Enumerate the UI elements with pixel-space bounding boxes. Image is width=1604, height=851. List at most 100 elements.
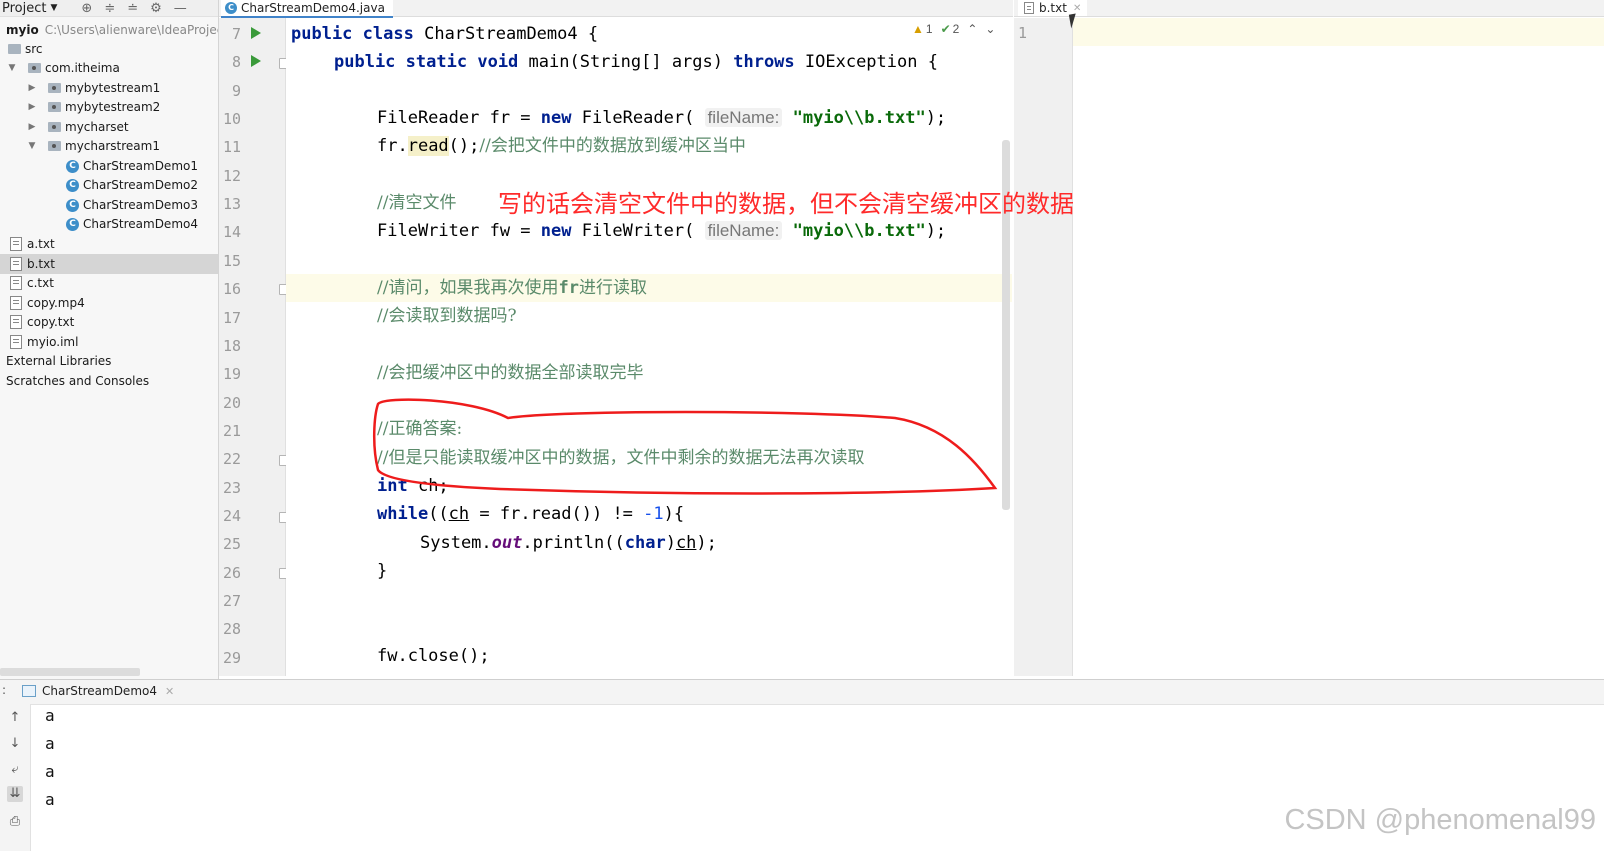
line-number: 24 — [222, 506, 241, 525]
close-icon[interactable]: ✕ — [1073, 3, 1081, 14]
code-line-29: fw.close(); — [377, 646, 490, 666]
tree-item-label: mybytestream1 — [65, 81, 161, 95]
code-line-10: FileReader fr = new FileReader( fileName… — [377, 108, 947, 128]
tree-item-scratches[interactable]: Scratches and Consoles — [0, 371, 218, 391]
right-editor-current-line[interactable] — [1073, 18, 1604, 46]
text-file-icon — [1024, 2, 1034, 14]
tree-item-class[interactable]: C CharStreamDemo4 — [0, 214, 218, 234]
soft-wrap-icon[interactable]: ⤶ — [7, 762, 23, 778]
print-icon[interactable]: ⎙ — [7, 814, 23, 830]
code-line-16-current: //请问，如果我再次使用fr进行读取 — [286, 274, 1012, 302]
tab-b-txt[interactable]: b.txt ✕ — [1018, 0, 1088, 16]
package-icon — [28, 63, 41, 73]
tree-item-file[interactable]: a.txt — [0, 234, 218, 254]
chevron-down-icon[interactable]: ▼ — [26, 141, 38, 151]
code-line-21: //正确答案: — [377, 419, 463, 439]
text-file-icon — [10, 237, 22, 251]
java-class-icon: C — [66, 198, 79, 212]
scroll-to-end-icon[interactable]: ⇊ — [7, 786, 23, 802]
tree-item-file[interactable]: c.txt — [0, 273, 218, 293]
gear-icon[interactable]: ⚙ — [150, 1, 162, 16]
hide-icon[interactable]: — — [174, 1, 187, 16]
line-number: 12 — [222, 166, 241, 185]
tree-item-file[interactable]: copy.mp4 — [0, 293, 218, 313]
tab-charstreamdemo4[interactable]: C CharStreamDemo4.java — [221, 0, 393, 18]
tab-label: b.txt — [1039, 1, 1067, 15]
run-main-icon[interactable] — [251, 55, 261, 67]
console-line: a — [45, 762, 55, 781]
run-side-toolbar: ↑ ↓ ⤶ ⇊ ⎙ — [0, 704, 31, 851]
run-tool-window-header: : CharStreamDemo4 ✕ — [0, 679, 1604, 705]
line-number: 17 — [222, 308, 241, 327]
right-editor-gutter: 1 — [1014, 18, 1073, 676]
tree-item-mybytestream1[interactable]: ▶ mybytestream1 — [0, 78, 218, 98]
text-file-icon — [10, 276, 22, 290]
code-line-24: while((ch = fr.read()) != -1){ — [377, 504, 685, 524]
tree-item-label: CharStreamDemo3 — [83, 198, 198, 212]
console-line: a — [45, 790, 55, 809]
expand-all-icon[interactable]: ≑ — [104, 1, 115, 16]
java-class-icon: C — [66, 159, 79, 173]
text-file-icon — [10, 315, 22, 329]
line-number: 28 — [222, 620, 241, 639]
root-path: C:\Users\alienware\IdeaProjec — [44, 23, 219, 37]
console-line: a — [45, 734, 55, 753]
tree-item-label: mybytestream2 — [65, 100, 161, 114]
code-line-11: fr.read();//会把文件中的数据放到缓冲区当中 — [377, 136, 746, 156]
chevron-right-icon[interactable]: ▶ — [26, 102, 38, 112]
line-number: 26 — [222, 563, 241, 582]
line-number: 23 — [222, 478, 241, 497]
tree-item-class[interactable]: C CharStreamDemo3 — [0, 195, 218, 215]
tab-run-charstreamdemo4[interactable]: CharStreamDemo4 ✕ — [22, 684, 174, 698]
code-line-7: public class CharStreamDemo4 { — [291, 24, 599, 44]
tree-item-file[interactable]: myio.iml — [0, 332, 218, 352]
tree-item-label: c.txt — [27, 276, 54, 290]
run-class-icon[interactable] — [251, 27, 261, 39]
collapse-all-icon[interactable]: ≐ — [127, 1, 138, 16]
code-line-23: int ch; — [377, 476, 449, 496]
code-line-26: } — [377, 561, 388, 581]
tree-item-file-selected[interactable]: b.txt — [0, 254, 218, 274]
tree-item-class[interactable]: C CharStreamDemo2 — [0, 175, 218, 195]
tree-root-myio[interactable]: myio C:\Users\alienware\IdeaProjec — [0, 20, 218, 40]
tree-item-mybytestream2[interactable]: ▶ mybytestream2 — [0, 97, 218, 117]
inspection-widget[interactable]: ▲ 1 ✔ 2 ⌃ ⌄ — [912, 22, 995, 36]
right-editor-tab-bar: b.txt ✕ — [1014, 0, 1604, 17]
chevron-up-icon[interactable]: ⌃ — [967, 22, 977, 36]
chevron-down-icon[interactable]: ⌄ — [985, 22, 995, 36]
package-icon — [48, 83, 61, 93]
tab-label: CharStreamDemo4.java — [241, 1, 385, 15]
line-number: 8 — [231, 53, 241, 72]
tree-item-mycharstream1[interactable]: ▼ mycharstream1 — [0, 136, 218, 156]
chevron-down-icon[interactable]: ▼ — [50, 3, 57, 13]
arrow-down-icon[interactable]: ↓ — [7, 736, 23, 752]
tree-item-class[interactable]: C CharStreamDemo1 — [0, 156, 218, 176]
project-horizontal-scrollbar[interactable] — [0, 668, 140, 676]
line-number: 10 — [222, 110, 241, 129]
java-class-icon: C — [66, 178, 79, 192]
tree-item-label: CharStreamDemo4 — [83, 217, 198, 231]
line-number: 7 — [231, 25, 241, 43]
weak-warning-icon: ✔ — [940, 22, 951, 36]
tree-item-src[interactable]: src — [0, 39, 218, 59]
chevron-right-icon[interactable]: ▶ — [26, 122, 38, 132]
code-area[interactable]: public class CharStreamDemo4 { public st… — [286, 18, 1012, 676]
text-file-icon — [10, 257, 22, 271]
code-line-19: //会把缓冲区中的数据全部读取完毕 — [377, 363, 644, 383]
tree-item-mycharset[interactable]: ▶ mycharset — [0, 117, 218, 137]
tree-item-label: src — [25, 42, 43, 56]
project-view-label[interactable]: Project — [2, 1, 46, 16]
folder-icon — [8, 44, 21, 54]
tree-item-package[interactable]: ▼ com.itheima — [0, 58, 218, 78]
tree-item-file[interactable]: copy.txt — [0, 312, 218, 332]
line-number: 20 — [222, 393, 241, 412]
tree-item-external-libraries[interactable]: External Libraries — [0, 351, 218, 371]
arrow-up-icon[interactable]: ↑ — [7, 710, 23, 726]
run-label-colon: : — [2, 683, 7, 697]
chevron-right-icon[interactable]: ▶ — [26, 83, 38, 93]
close-icon[interactable]: ✕ — [165, 685, 174, 698]
project-toolbar: Project ▼ ⊕ ≑ ≐ ⚙ — — [0, 0, 218, 17]
chevron-down-icon[interactable]: ▼ — [6, 63, 18, 73]
locate-icon[interactable]: ⊕ — [81, 1, 92, 16]
line-number: 9 — [231, 81, 241, 100]
